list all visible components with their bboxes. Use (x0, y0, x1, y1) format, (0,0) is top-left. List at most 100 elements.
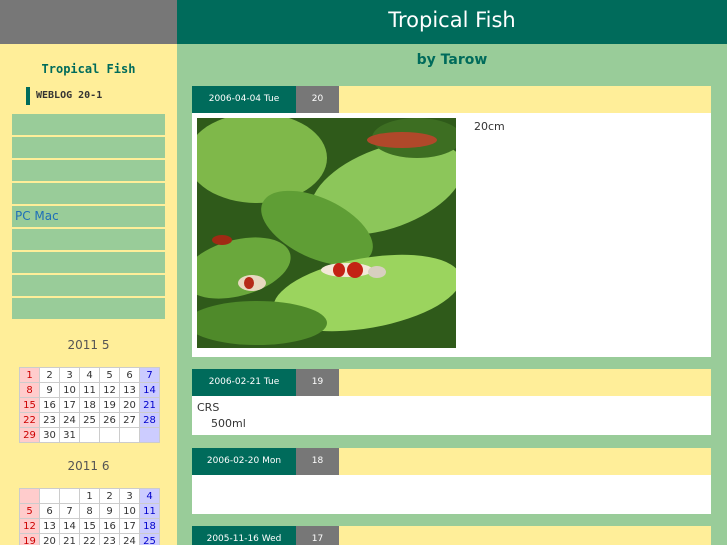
calendar-day[interactable]: 19 (99, 397, 120, 413)
calendar-day[interactable]: 8 (19, 382, 40, 398)
calendar-day[interactable]: 8 (79, 503, 100, 519)
calendar-day[interactable]: 12 (99, 382, 120, 398)
entry-header: 2006-04-04 Tue 20 (192, 86, 711, 113)
calendar-week: 12 13 14 15 16 17 18 (19, 518, 160, 534)
calendar-day[interactable]: 1 (79, 488, 100, 504)
calendar-day[interactable]: 16 (99, 518, 120, 534)
calendar-day[interactable]: 1 (19, 367, 40, 383)
calendar-day[interactable]: 5 (19, 503, 40, 519)
calendar-day[interactable]: 11 (139, 503, 160, 519)
sidebar-menu-item[interactable] (12, 114, 165, 135)
sidebar: Tropical Fish WEBLOG 20-1 PC Mac 2011 5 … (0, 44, 177, 545)
calendar-day[interactable]: 9 (39, 382, 60, 398)
sidebar-menu-item-pc-mac[interactable]: PC Mac (12, 206, 165, 227)
calendar-day[interactable]: 11 (79, 382, 100, 398)
calendar-day[interactable]: 18 (139, 518, 160, 534)
calendar-day[interactable]: 3 (119, 488, 140, 504)
calendar-day[interactable]: 4 (139, 488, 160, 504)
calendar-day[interactable]: 20 (119, 397, 140, 413)
calendar-week: 1234567 (19, 367, 160, 383)
calendar-day (19, 488, 40, 504)
calendar-day[interactable]: 7 (139, 367, 160, 383)
calendar-day[interactable]: 19 (19, 533, 40, 545)
calendar-day[interactable]: 13 (119, 382, 140, 398)
entry-date[interactable]: 2006-02-21 Tue (192, 369, 296, 396)
entry: 2005-11-16 Wed 17 (192, 526, 711, 545)
entry-header: 2006-02-20 Mon 18 (192, 448, 711, 475)
calendar-day[interactable]: 14 (59, 518, 80, 534)
calendar-day[interactable]: 17 (59, 397, 80, 413)
calendar-day[interactable]: 26 (99, 412, 120, 428)
calendar-title-june: 2011 6 (67, 459, 110, 473)
entry: 2006-04-04 Tue 20 20cm (192, 86, 711, 357)
calendar-day[interactable]: 17 (119, 518, 140, 534)
calendar-day[interactable]: 29 (19, 427, 40, 443)
calendar-day[interactable]: 25 (139, 533, 160, 545)
shrimp-photo[interactable] (197, 118, 456, 348)
calendar-day[interactable]: 7 (59, 503, 80, 519)
calendar-day[interactable]: 15 (19, 397, 40, 413)
sidebar-menu-item[interactable] (12, 160, 165, 181)
calendar-day[interactable]: 12 (19, 518, 40, 534)
calendar-week: 19 20 21 22 23 24 25 (19, 533, 160, 545)
sidebar-subtitle: WEBLOG 20-1 (26, 87, 102, 105)
calendar-day[interactable]: 2 (39, 367, 60, 383)
calendar-day[interactable]: 27 (119, 412, 140, 428)
entry: 2006-02-20 Mon 18 (192, 448, 711, 514)
calendar-day[interactable]: 23 (39, 412, 60, 428)
sidebar-title[interactable]: Tropical Fish (0, 62, 177, 76)
calendar-day[interactable]: 5 (99, 367, 120, 383)
calendar-may: 1 2 3 4 5 6 7 8 9 10 11 12 13 14 15 16 17 18 19 20 21 22 23 24 2… (19, 367, 160, 443)
calendar-day[interactable]: 21 (139, 397, 160, 413)
calendar-day[interactable]: 23 (99, 533, 120, 545)
entry-body (192, 475, 711, 514)
sidebar-menu-item[interactable] (12, 183, 165, 204)
calendar-day[interactable]: 15 (79, 518, 100, 534)
sidebar-menu-item[interactable] (12, 298, 165, 319)
calendar-day[interactable]: 21 (59, 533, 80, 545)
entry-number: 19 (296, 369, 339, 396)
calendar-day (39, 488, 60, 504)
calendar-day[interactable]: 14 (139, 382, 160, 398)
entry-number: 18 (296, 448, 339, 475)
byline: by Tarow (416, 52, 488, 68)
entry-body: 20cm (192, 113, 711, 357)
calendar-day[interactable]: 22 (19, 412, 40, 428)
calendar-day (119, 427, 140, 443)
calendar-day[interactable]: 10 (59, 382, 80, 398)
sidebar-menu-item[interactable] (12, 229, 165, 250)
calendar-day (59, 488, 80, 504)
calendar-day[interactable]: 4 (79, 367, 100, 383)
calendar-day (99, 427, 120, 443)
sidebar-menu-item[interactable] (12, 275, 165, 296)
calendar-day[interactable]: 3 (59, 367, 80, 383)
entry-date[interactable]: 2005-11-16 Wed (192, 526, 296, 545)
calendar-day[interactable]: 28 (139, 412, 160, 428)
calendar-day[interactable]: 6 (119, 367, 140, 383)
calendar-day[interactable]: 18 (79, 397, 100, 413)
site-title[interactable]: Tropical Fish (177, 8, 727, 32)
entry-text: CRS (197, 401, 220, 414)
calendar-day[interactable]: 10 (119, 503, 140, 519)
calendar-day[interactable]: 16 (39, 397, 60, 413)
calendar-week: 22 23 24 25 26 27 28 (19, 412, 160, 428)
calendar-day[interactable]: 20 (39, 533, 60, 545)
calendar-day[interactable]: 9 (99, 503, 120, 519)
calendar-day[interactable]: 24 (119, 533, 140, 545)
calendar-day[interactable]: 30 (39, 427, 60, 443)
sidebar-menu-item[interactable] (12, 137, 165, 158)
calendar-day[interactable]: 2 (99, 488, 120, 504)
entry-number: 17 (296, 526, 339, 545)
calendar-day[interactable]: 31 (59, 427, 80, 443)
entry-date[interactable]: 2006-02-20 Mon (192, 448, 296, 475)
sidebar-menu-item[interactable] (12, 252, 165, 273)
calendar-day[interactable]: 24 (59, 412, 80, 428)
calendar-day[interactable]: 6 (39, 503, 60, 519)
calendar-title-may: 2011 5 (67, 338, 110, 352)
entry-header: 2005-11-16 Wed 17 (192, 526, 711, 545)
calendar-day[interactable]: 22 (79, 533, 100, 545)
calendar-day[interactable]: 25 (79, 412, 100, 428)
calendar-day[interactable]: 13 (39, 518, 60, 534)
entry-date[interactable]: 2006-04-04 Tue (192, 86, 296, 113)
header-left-bar (0, 0, 177, 44)
